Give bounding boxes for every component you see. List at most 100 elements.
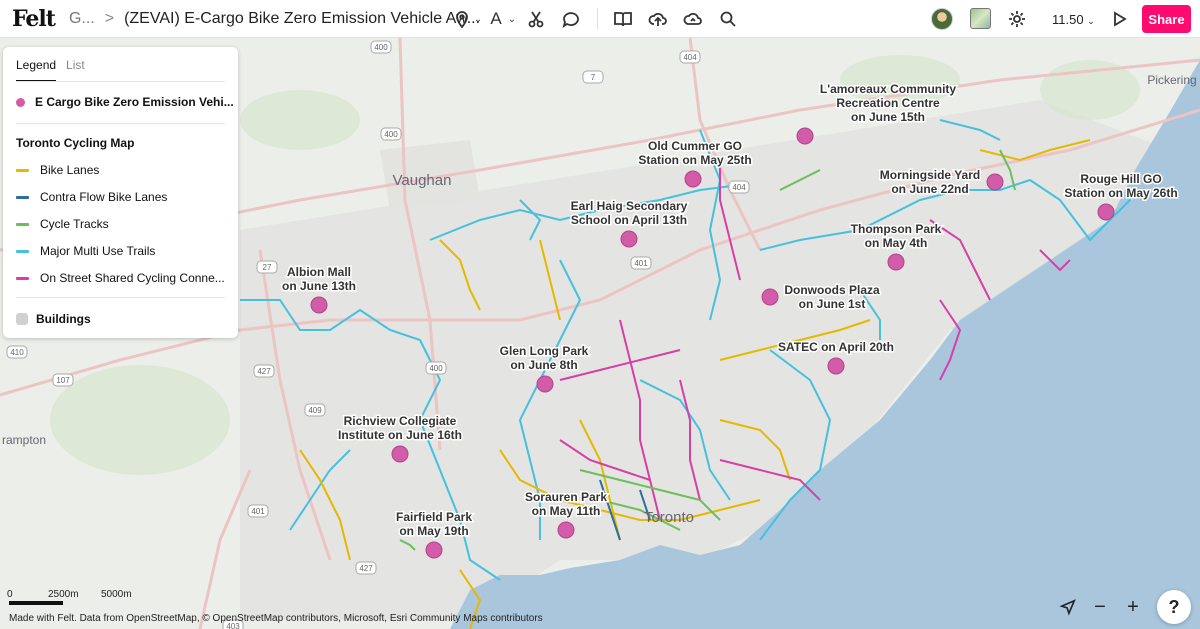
zoom-out-button[interactable]: − xyxy=(1089,596,1111,618)
svg-text:401: 401 xyxy=(251,507,265,516)
chevron-down-icon[interactable]: ⌄ xyxy=(500,7,524,31)
felt-logo[interactable]: Felt xyxy=(12,6,56,32)
line-swatch-icon xyxy=(16,276,29,280)
legend-event-layer[interactable]: E Cargo Bike Zero Emission Vehi... xyxy=(16,95,234,109)
chevron-down-icon: ⌄ xyxy=(1087,16,1095,26)
event-marker[interactable] xyxy=(536,375,554,393)
event-label: Fairfield Park on May 19th xyxy=(396,510,472,538)
scissors-icon[interactable] xyxy=(524,7,548,31)
legend-item[interactable]: Bike Lanes xyxy=(16,163,99,177)
legend-item[interactable]: On Street Shared Cycling Conne... xyxy=(16,271,225,285)
place-label-pickering: Pickering xyxy=(1147,73,1196,87)
highway-shield: 27 xyxy=(256,260,278,274)
event-label: Sorauren Park on May 11th xyxy=(525,490,607,518)
legend-tabs: Legend List xyxy=(16,58,85,82)
highway-shield: 400 xyxy=(380,127,402,141)
svg-text:427: 427 xyxy=(257,367,271,376)
legend-group-title[interactable]: Toronto Cycling Map xyxy=(16,136,134,150)
legend-buildings[interactable]: Buildings xyxy=(16,312,91,326)
legend-item-label: On Street Shared Cycling Conne... xyxy=(40,271,225,285)
event-label: Rouge Hill GO Station on May 26th xyxy=(1064,172,1177,200)
event-dot-icon xyxy=(16,97,25,107)
highway-shield: 404 xyxy=(679,50,701,64)
highway-shield: 401 xyxy=(630,256,652,270)
event-label: Earl Haig Secondary School on April 13th xyxy=(571,199,688,227)
place-label-toronto: Toronto xyxy=(644,509,694,526)
svg-text:404: 404 xyxy=(732,183,746,192)
svg-text:400: 400 xyxy=(429,364,443,373)
share-button[interactable]: Share xyxy=(1142,5,1191,33)
top-bar: Felt G... > (ZEVAI) E-Cargo Bike Zero Em… xyxy=(0,0,1200,38)
comment-icon[interactable] xyxy=(559,7,583,31)
gear-icon[interactable] xyxy=(1005,7,1029,31)
legend-item[interactable]: Cycle Tracks xyxy=(16,217,109,231)
highway-shield: 7 xyxy=(582,70,604,84)
upload-icon[interactable] xyxy=(646,7,670,31)
highway-shield: 427 xyxy=(253,364,275,378)
help-button[interactable]: ? xyxy=(1157,590,1191,624)
user-avatar[interactable] xyxy=(931,8,953,30)
line-swatch-icon xyxy=(16,195,29,199)
legend-item[interactable]: Contra Flow Bike Lanes xyxy=(16,190,167,204)
tab-list[interactable]: List xyxy=(66,58,85,82)
zoom-in-button[interactable]: + xyxy=(1122,596,1144,618)
svg-text:427: 427 xyxy=(359,564,373,573)
highway-shield: 427 xyxy=(355,561,377,575)
basemap-thumbnail[interactable] xyxy=(970,8,991,29)
scale-bar xyxy=(9,601,63,605)
svg-text:404: 404 xyxy=(683,53,697,62)
svg-text:400: 400 xyxy=(384,130,398,139)
highway-shield: 404 xyxy=(728,180,750,194)
svg-text:409: 409 xyxy=(308,406,322,415)
event-marker[interactable] xyxy=(827,357,845,375)
place-label-vaughan: Vaughan xyxy=(393,172,452,189)
event-marker[interactable] xyxy=(796,127,814,145)
event-marker[interactable] xyxy=(425,541,443,559)
line-swatch-icon xyxy=(16,168,29,172)
locate-icon[interactable] xyxy=(1057,596,1079,618)
svg-text:7: 7 xyxy=(591,73,596,82)
tab-legend[interactable]: Legend xyxy=(16,58,57,82)
event-marker[interactable] xyxy=(887,253,905,271)
play-icon[interactable] xyxy=(1107,7,1131,31)
map-title[interactable]: (ZEVAI) E-Cargo Bike Zero Emission Vehic… xyxy=(124,10,480,28)
event-marker[interactable] xyxy=(391,445,409,463)
scale-label: 0 xyxy=(7,589,13,600)
zoom-level[interactable]: 11.50 ⌄ xyxy=(1052,12,1095,27)
zoom-value: 11.50 xyxy=(1052,12,1084,27)
event-marker[interactable] xyxy=(1097,203,1115,221)
event-marker[interactable] xyxy=(620,230,638,248)
cloud-upload-icon[interactable] xyxy=(681,7,705,31)
event-label: Albion Mall on June 13th xyxy=(282,265,356,293)
group-title-text: Toronto Cycling Map xyxy=(16,136,135,150)
line-swatch-icon xyxy=(16,222,29,226)
place-label-brampton: rampton xyxy=(2,433,46,447)
svg-text:410: 410 xyxy=(10,348,24,357)
event-marker[interactable] xyxy=(761,288,779,306)
search-icon[interactable] xyxy=(716,7,740,31)
legend-item[interactable]: Major Multi Use Trails xyxy=(16,244,155,258)
event-label: SATEC on April 20th xyxy=(778,340,894,354)
legend-divider xyxy=(16,297,225,298)
event-marker[interactable] xyxy=(986,173,1004,191)
highway-shield: 107 xyxy=(52,373,74,387)
highway-shield: 400 xyxy=(370,40,392,54)
breadcrumb-chevron-icon: > xyxy=(104,9,115,27)
book-icon[interactable] xyxy=(611,7,635,31)
event-marker[interactable] xyxy=(557,521,575,539)
legend-divider xyxy=(16,123,225,124)
svg-text:107: 107 xyxy=(56,376,70,385)
event-marker[interactable] xyxy=(684,170,702,188)
svg-text:27: 27 xyxy=(263,263,272,272)
scale-label: 5000m xyxy=(101,589,132,600)
legend-item-label: Major Multi Use Trails xyxy=(40,244,156,258)
legend-panel: Legend List E Cargo Bike Zero Emission V… xyxy=(3,47,238,338)
line-swatch-icon xyxy=(16,249,29,253)
svg-text:401: 401 xyxy=(634,259,648,268)
attribution[interactable]: Made with Felt. Data from OpenStreetMap,… xyxy=(9,613,543,624)
legend-item-label: Bike Lanes xyxy=(40,163,100,177)
breadcrumb[interactable]: G... xyxy=(69,10,95,28)
event-layer-label: E Cargo Bike Zero Emission Vehi... xyxy=(35,95,234,109)
highway-shield: 400 xyxy=(425,361,447,375)
event-marker[interactable] xyxy=(310,296,328,314)
